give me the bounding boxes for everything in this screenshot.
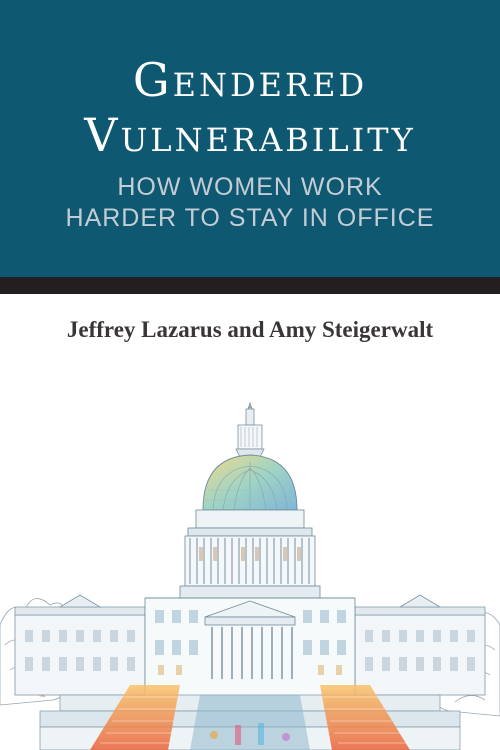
dome-lantern [235, 401, 265, 458]
capitol-building-illustration [0, 401, 500, 750]
title-line-2: Vulnerability [84, 108, 416, 162]
title-band: Gendered Vulnerability HOW WOMEN WORK HA… [0, 0, 500, 277]
right-wing [354, 594, 486, 696]
dome-drum [179, 509, 321, 599]
dome [202, 454, 298, 511]
divider-bar [0, 277, 500, 294]
title-line-1: Gendered [132, 53, 368, 107]
subtitle-line-2: HARDER TO STAY IN OFFICE [65, 204, 435, 232]
author-names: Jeffrey Lazarus and Amy Steigerwalt [66, 317, 434, 342]
left-wing [14, 594, 146, 696]
subtitle-line-1: HOW WOMEN WORK [117, 173, 383, 201]
book-cover: Gendered Vulnerability HOW WOMEN WORK HA… [0, 0, 500, 750]
central-building [144, 597, 356, 699]
